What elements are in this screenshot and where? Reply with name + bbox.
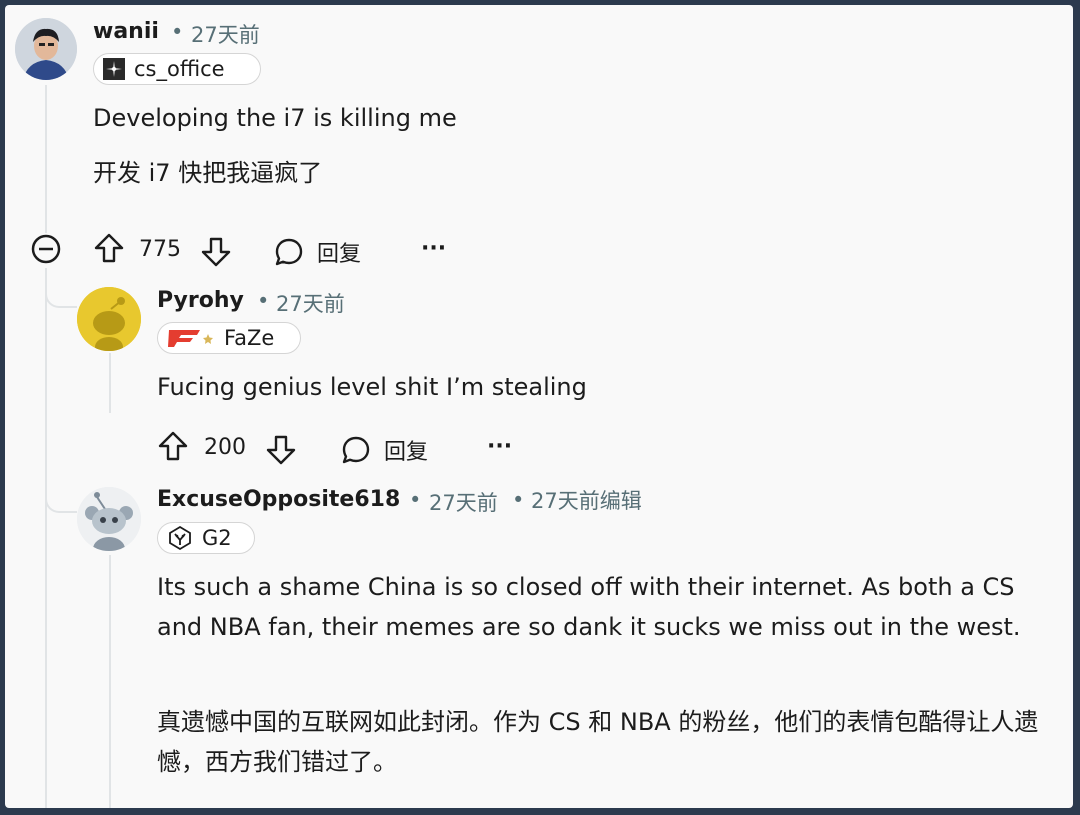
comment-bubble-icon: [275, 238, 303, 266]
snoo-avatar-icon: [77, 287, 141, 351]
downvote-button[interactable]: [199, 235, 233, 269]
g2-logo-icon: [169, 525, 191, 551]
avatar[interactable]: [77, 487, 141, 551]
username[interactable]: ExcuseOpposite618: [157, 487, 400, 512]
comment-body-en: Fucing genius level shit I’m stealing: [157, 373, 587, 401]
flair-label: cs_office: [134, 57, 225, 81]
upvote-arrow-icon: [94, 233, 124, 263]
timestamp[interactable]: 27天前: [191, 19, 260, 49]
timestamp[interactable]: 27天前: [276, 288, 345, 318]
edited-timestamp: 27天前编辑: [531, 485, 642, 515]
username[interactable]: Pyrohy: [157, 288, 244, 313]
user-flair: cs_office: [93, 53, 261, 85]
faze-logo-icon: [168, 330, 213, 347]
comment-body-cn: 真遗憾中国的互联网如此封闭。作为 CS 和 NBA 的粉丝，他们的表情包酷得让人…: [157, 708, 1039, 776]
thread-branch-pyrohy: [45, 268, 77, 308]
flair-label: G2: [202, 526, 232, 550]
thread-line-excuse[interactable]: [109, 555, 111, 808]
user-photo-icon: [15, 18, 77, 80]
collapse-minus-icon: [31, 234, 61, 264]
cs-office-icon: [103, 58, 125, 80]
username[interactable]: wanii: [93, 19, 159, 44]
upvote-button[interactable]: [156, 429, 190, 463]
collapse-button[interactable]: [30, 233, 62, 265]
comment-thread: wanii • 27天前 cs_office Developing the i7…: [5, 5, 1073, 808]
vote-count: 200: [204, 435, 246, 460]
thread-branch-excuse: [45, 475, 77, 513]
downvote-button[interactable]: [264, 433, 298, 467]
separator-dot: •: [512, 488, 525, 512]
downvote-arrow-icon: [266, 435, 296, 465]
downvote-arrow-icon: [201, 237, 231, 267]
flair-label: FaZe: [224, 326, 275, 350]
reply-label: 回复: [317, 242, 362, 267]
comment-body-cn: 开发 i7 快把我逼疯了: [93, 159, 323, 187]
avatar[interactable]: [77, 287, 141, 351]
separator-dot: •: [171, 20, 184, 44]
more-options-button[interactable]: ···: [487, 434, 512, 459]
vote-count: 775: [139, 237, 181, 262]
user-flair: FaZe: [157, 322, 301, 354]
avatar[interactable]: [15, 18, 77, 80]
snoo-avatar-icon: [77, 487, 141, 551]
more-options-button[interactable]: ···: [421, 236, 446, 261]
separator-dot: •: [409, 488, 422, 512]
reply-label: 回复: [384, 440, 429, 465]
thread-line-main-lower[interactable]: [45, 268, 47, 808]
comment-body-en: Its such a shame China is so closed off …: [157, 573, 1021, 641]
comment-body-en: Developing the i7 is killing me: [93, 104, 457, 132]
upvote-arrow-icon: [158, 431, 188, 461]
user-flair: G2: [157, 522, 255, 554]
upvote-button[interactable]: [92, 231, 126, 265]
thread-line-pyrohy[interactable]: [109, 353, 111, 413]
separator-dot: •: [257, 289, 270, 313]
thread-line-main[interactable]: [45, 85, 47, 233]
timestamp[interactable]: 27天前: [429, 487, 498, 517]
reply-button[interactable]: 回复: [340, 432, 450, 468]
reply-button[interactable]: 回复: [273, 234, 383, 270]
comment-bubble-icon: [342, 436, 370, 464]
edited-label: 27天前编辑: [531, 489, 642, 513]
